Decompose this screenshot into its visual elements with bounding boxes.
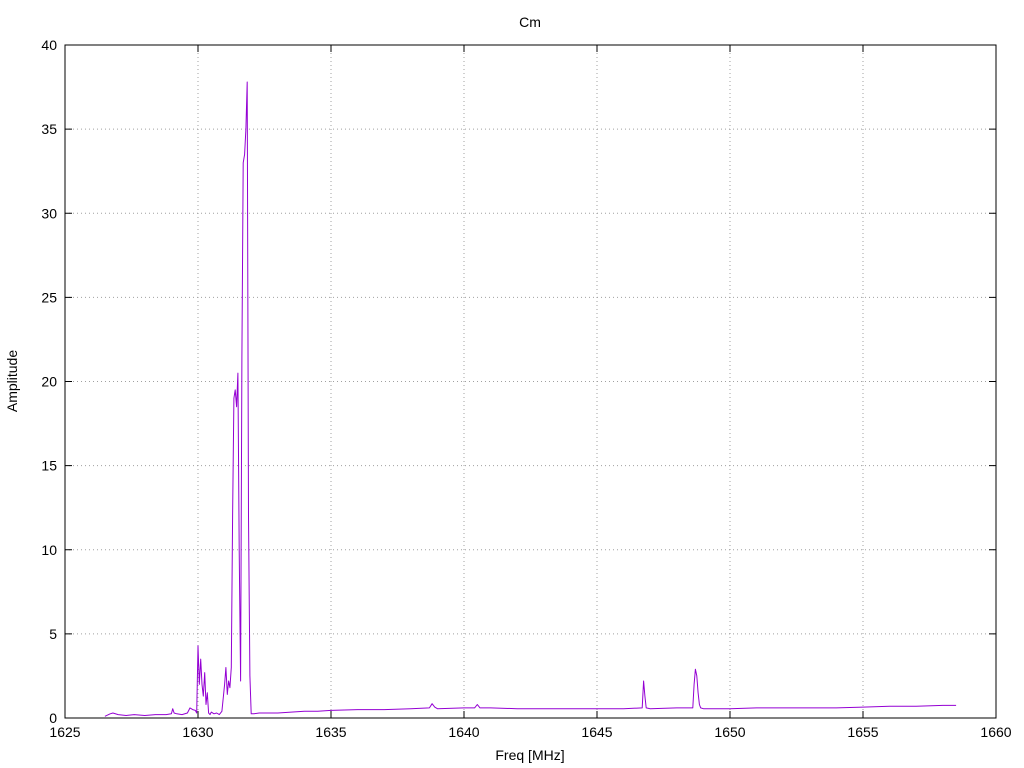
chart-background — [0, 0, 1024, 768]
x-tick-label: 1660 — [980, 724, 1011, 740]
y-tick-label: 5 — [49, 626, 57, 642]
x-tick-label: 1655 — [847, 724, 878, 740]
y-tick-label: 20 — [41, 374, 57, 390]
x-tick-label: 1650 — [714, 724, 745, 740]
y-tick-label: 35 — [41, 121, 57, 137]
x-tick-label: 1630 — [182, 724, 213, 740]
y-tick-label: 40 — [41, 37, 57, 53]
x-tick-label: 1635 — [315, 724, 346, 740]
chart: 1625 1630 1635 1640 1645 1650 1655 1660 0 5 10 15 20… — [0, 0, 1024, 768]
y-tick-label: 15 — [41, 458, 57, 474]
x-tick-label: 1645 — [581, 724, 612, 740]
chart-title: Cm — [519, 14, 541, 30]
x-tick-label: 1625 — [49, 724, 80, 740]
x-tick-label: 1640 — [448, 724, 479, 740]
y-tick-label: 10 — [41, 542, 57, 558]
y-tick-label: 30 — [41, 205, 57, 221]
y-tick-label: 25 — [41, 289, 57, 305]
y-axis-label: Amplitude — [4, 350, 20, 412]
x-axis-label: Freq [MHz] — [495, 747, 564, 763]
y-tick-label: 0 — [49, 710, 57, 726]
